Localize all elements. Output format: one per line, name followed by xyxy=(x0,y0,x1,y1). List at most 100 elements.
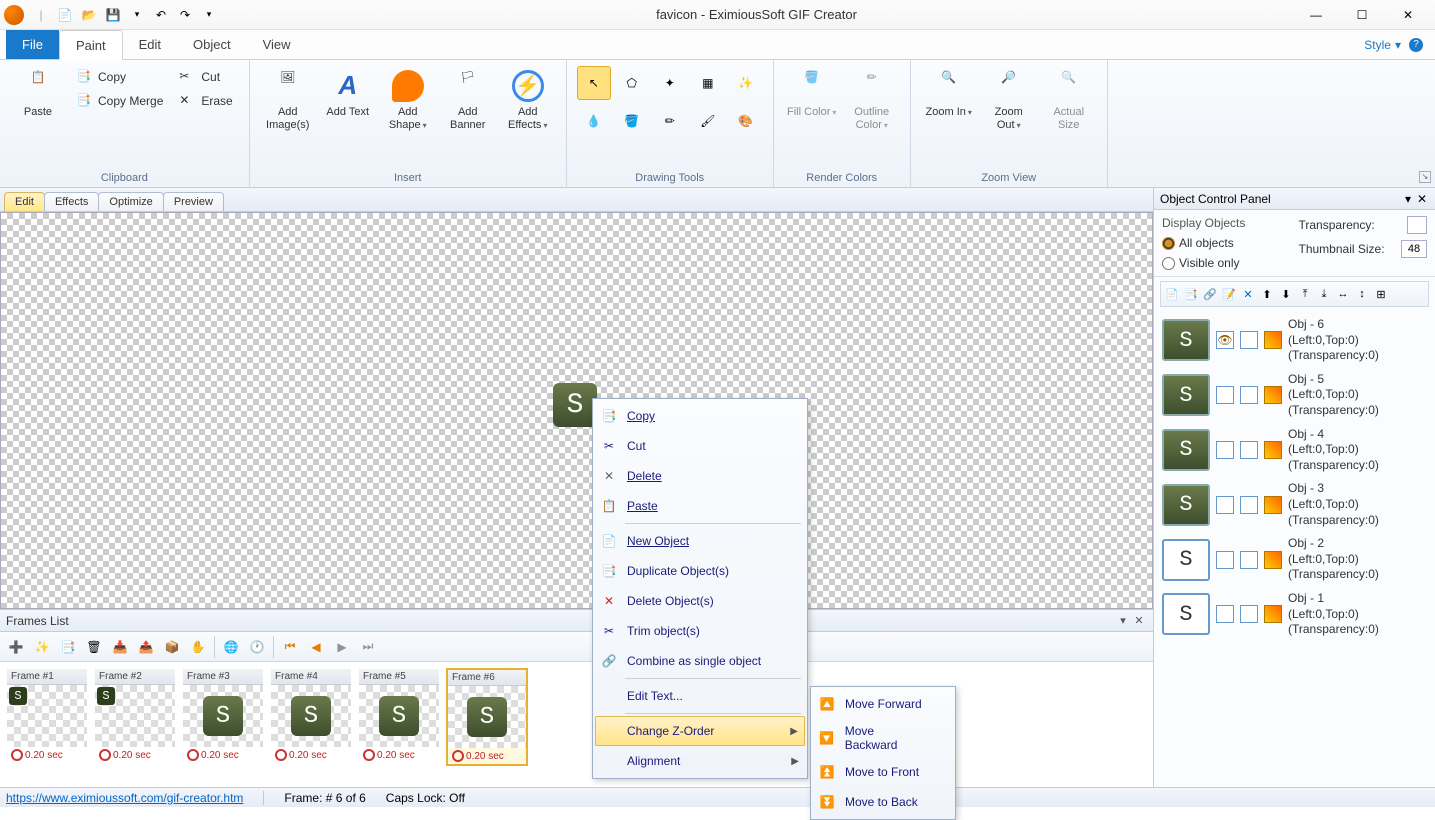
obj-lock-toggle[interactable] xyxy=(1240,331,1258,349)
obj-visibility-toggle[interactable] xyxy=(1216,441,1234,459)
frame-item[interactable]: Frame #2 S 0.20 sec xyxy=(94,668,176,766)
add-banner-button[interactable]: 🏳Add Banner xyxy=(440,66,496,136)
ctx-cut[interactable]: ✂Cut xyxy=(595,431,805,461)
sub-forward[interactable]: 🔼Move Forward xyxy=(813,689,953,719)
ftb-box-icon[interactable]: 📦 xyxy=(160,635,184,659)
obj-color-toggle[interactable] xyxy=(1264,551,1282,569)
frame-item[interactable]: Frame #3 S 0.20 sec xyxy=(182,668,264,766)
ftb-dup-icon[interactable]: 📑 xyxy=(56,635,80,659)
visible-only-radio[interactable]: Visible only xyxy=(1162,256,1291,270)
frame-item[interactable]: Frame #5 S 0.20 sec xyxy=(358,668,440,766)
frames-options-icon[interactable]: ▾ xyxy=(1115,613,1131,629)
canvas[interactable]: S xyxy=(0,212,1153,609)
sub-front[interactable]: ⏫Move to Front xyxy=(813,757,953,787)
edit-tab[interactable]: Edit xyxy=(123,30,177,59)
actual-size-button[interactable]: 🔍Actual Size xyxy=(1041,66,1097,136)
ctx-combine[interactable]: 🔗Combine as single object xyxy=(595,646,805,676)
select-tool[interactable]: ↖ xyxy=(577,66,611,100)
magic-wand-tool[interactable]: ✦ xyxy=(653,66,687,100)
ftb-prev-icon[interactable]: ◀ xyxy=(304,635,328,659)
zoom-in-button[interactable]: 🔍Zoom In xyxy=(921,66,977,123)
tab-optimize[interactable]: Optimize xyxy=(98,192,163,211)
maximize-button[interactable]: ☐ xyxy=(1339,1,1385,29)
obj-lock-toggle[interactable] xyxy=(1240,496,1258,514)
close-button[interactable]: ✕ xyxy=(1385,1,1431,29)
ctx-copy[interactable]: 📑Copy xyxy=(595,401,805,431)
frames-close-icon[interactable]: ✕ xyxy=(1131,613,1147,629)
rptb-props-icon[interactable]: 📝 xyxy=(1220,285,1238,303)
marquee-tool[interactable]: ▦ xyxy=(691,66,725,100)
obj-lock-toggle[interactable] xyxy=(1240,441,1258,459)
paste-button[interactable]: 📋Paste xyxy=(10,66,66,123)
rptb-del-icon[interactable]: ✕ xyxy=(1239,285,1257,303)
rptb-b-icon[interactable]: ↕ xyxy=(1353,285,1371,303)
ftb-hand-icon[interactable]: ✋ xyxy=(186,635,210,659)
ctx-zorder[interactable]: Change Z-Order▶ xyxy=(595,716,805,746)
rptb-down-icon[interactable]: ⬇ xyxy=(1277,285,1295,303)
save-icon[interactable]: 💾 xyxy=(102,4,124,26)
file-tab[interactable]: File xyxy=(6,30,59,59)
ftb-export-icon[interactable]: 📤 xyxy=(134,635,158,659)
obj-color-toggle[interactable] xyxy=(1264,496,1282,514)
tab-preview[interactable]: Preview xyxy=(163,192,224,211)
ctx-duplicate[interactable]: 📑Duplicate Object(s) xyxy=(595,556,805,586)
new-doc-icon[interactable]: 📄 xyxy=(54,4,76,26)
add-shape-button[interactable]: Add Shape xyxy=(380,66,436,136)
sub-backward[interactable]: 🔽Move Backward xyxy=(813,719,953,757)
ftb-import-icon[interactable]: 📥 xyxy=(108,635,132,659)
add-text-button[interactable]: AAdd Text xyxy=(320,66,376,123)
object-item[interactable]: S Obj - 2(Left:0,Top:0)(Transparency:0) xyxy=(1160,532,1429,587)
qat-more-icon[interactable]: ▾ xyxy=(198,4,220,26)
status-url[interactable]: https://www.eximioussoft.com/gif-creator… xyxy=(6,791,243,805)
obj-visibility-toggle[interactable] xyxy=(1216,551,1234,569)
style-button[interactable]: Style▾? xyxy=(1352,30,1435,59)
obj-visibility-toggle[interactable] xyxy=(1216,605,1234,623)
brush-tool[interactable]: 🖌 xyxy=(691,104,725,138)
rptb-top-icon[interactable]: ⤒ xyxy=(1296,285,1314,303)
object-item[interactable]: S Obj - 5(Left:0,Top:0)(Transparency:0) xyxy=(1160,368,1429,423)
obj-color-toggle[interactable] xyxy=(1264,605,1282,623)
obj-visibility-toggle[interactable] xyxy=(1216,386,1234,404)
canvas-object[interactable]: S xyxy=(553,383,597,427)
sparkle-tool[interactable]: ✨ xyxy=(729,66,763,100)
ctx-trim[interactable]: ✂Trim object(s) xyxy=(595,616,805,646)
rptb-new-icon[interactable]: 📄 xyxy=(1163,285,1181,303)
obj-color-toggle[interactable] xyxy=(1264,331,1282,349)
pencil-tool[interactable]: ✏ xyxy=(653,104,687,138)
frame-item[interactable]: Frame #1 S 0.20 sec xyxy=(6,668,88,766)
obj-lock-toggle[interactable] xyxy=(1240,605,1258,623)
outline-color-button[interactable]: ✏Outline Color xyxy=(844,66,900,136)
copy-merge-button[interactable]: 📑Copy Merge xyxy=(70,90,169,112)
paint-tab[interactable]: Paint xyxy=(59,30,123,60)
ctx-alignment[interactable]: Alignment▶ xyxy=(595,746,805,776)
ctx-new-object[interactable]: 📄New Object xyxy=(595,526,805,556)
obj-color-toggle[interactable] xyxy=(1264,441,1282,459)
redo-icon[interactable]: ↷ xyxy=(174,4,196,26)
frame-item[interactable]: Frame #6 S 0.20 sec xyxy=(446,668,528,766)
erase-button[interactable]: ✕Erase xyxy=(173,90,238,112)
obj-color-toggle[interactable] xyxy=(1264,386,1282,404)
obj-lock-toggle[interactable] xyxy=(1240,551,1258,569)
ftb-magic-icon[interactable]: ✨ xyxy=(30,635,54,659)
ftb-globe-icon[interactable]: 🌐 xyxy=(219,635,243,659)
sub-back[interactable]: ⏬Move to Back xyxy=(813,787,953,817)
ctx-edit-text[interactable]: Edit Text... xyxy=(595,681,805,711)
obj-panel-options-icon[interactable]: ▾ xyxy=(1401,192,1415,206)
ftb-first-icon[interactable]: ⏮ xyxy=(278,635,302,659)
ctx-delete[interactable]: ✕Delete xyxy=(595,461,805,491)
object-item[interactable]: S Obj - 6(Left:0,Top:0)(Transparency:0) xyxy=(1160,313,1429,368)
view-tab[interactable]: View xyxy=(247,30,307,59)
object-item[interactable]: S Obj - 1(Left:0,Top:0)(Transparency:0) xyxy=(1160,587,1429,642)
ftb-clock-icon[interactable]: 🕐 xyxy=(245,635,269,659)
frame-item[interactable]: Frame #4 S 0.20 sec xyxy=(270,668,352,766)
tab-effects[interactable]: Effects xyxy=(44,192,99,211)
copy-button[interactable]: 📑Copy xyxy=(70,66,169,88)
rptb-bot-icon[interactable]: ⤓ xyxy=(1315,285,1333,303)
object-item[interactable]: S Obj - 4(Left:0,Top:0)(Transparency:0) xyxy=(1160,423,1429,478)
ctx-paste[interactable]: 📋Paste xyxy=(595,491,805,521)
ftb-last-icon[interactable]: ⏭ xyxy=(356,635,380,659)
rptb-dup-icon[interactable]: 📑 xyxy=(1182,285,1200,303)
bucket-tool[interactable]: 🪣 xyxy=(615,104,649,138)
ftb-next-icon[interactable]: ▶ xyxy=(330,635,354,659)
cut-button[interactable]: ✂Cut xyxy=(173,66,238,88)
